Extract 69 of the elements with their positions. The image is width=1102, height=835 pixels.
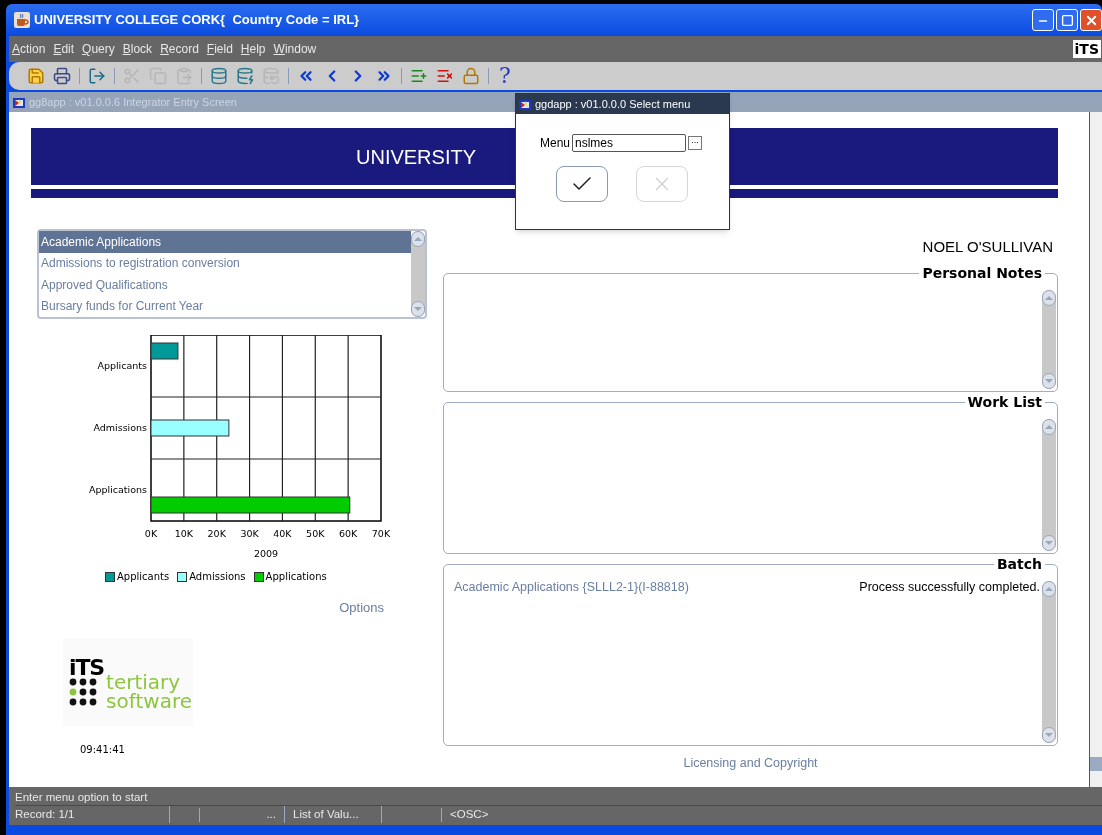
batch-status: Process successfully completed. — [859, 578, 1040, 596]
licensing-link[interactable]: Licensing and Copyright — [683, 753, 818, 773]
legend-label: Applications — [265, 570, 327, 584]
menu-item[interactable]: Field — [206, 40, 233, 58]
logo: iTS — [1072, 40, 1101, 58]
menu-item[interactable]: Query — [82, 40, 115, 58]
logo-text: tertiary — [106, 672, 181, 691]
status-field: ... — [200, 805, 285, 824]
menu-item[interactable]: Help — [240, 40, 266, 58]
field-label: Menu — [540, 135, 571, 152]
maximize-icon — [1060, 13, 1074, 27]
clock-time: 09:41:41 — [80, 742, 126, 757]
status-field: Record: 1/1 — [15, 805, 170, 824]
window-title: UNIVERSITY COLLEGE CORK{ Country Code = IRL} — [34, 11, 360, 30]
delete-row-icon — [436, 67, 454, 85]
category-label: Applicants — [97, 360, 147, 371]
padlock-icon — [462, 67, 480, 85]
category-label: Applications — [88, 484, 147, 495]
legend-label: Admissions — [189, 570, 246, 584]
list-item[interactable]: Academic Applications — [39, 231, 411, 253]
coffee-cup-icon — [14, 12, 30, 28]
legend-label: Applicants — [117, 570, 170, 584]
category-label: Admissions — [93, 422, 147, 433]
axis-tick-label: 0K — [144, 528, 158, 539]
axis-tick-label: 40K — [273, 528, 292, 539]
printer-icon — [53, 67, 71, 85]
user-name: NOEL O'SULLIVAN — [922, 237, 1053, 257]
axis-tick-label: 60K — [339, 528, 358, 539]
app-icon — [518, 97, 532, 111]
exit-door-icon — [88, 67, 106, 85]
axis-tick-label: 50K — [306, 528, 325, 539]
minimize-button[interactable] — [1032, 9, 1054, 31]
database-bolt-icon — [236, 67, 254, 85]
axis-tick-label: 70K — [371, 528, 391, 539]
axis-tick-label: 20K — [207, 528, 226, 539]
dot-grid-icon — [69, 677, 99, 706]
batch-job: Academic Applications {SLLL2-1}(I-88818) — [454, 578, 689, 596]
help-button[interactable]: ? — [493, 64, 517, 88]
menu-input-field[interactable]: nslmes — [572, 134, 687, 152]
menu-item[interactable]: Window — [273, 40, 317, 58]
app-icon — [12, 95, 26, 109]
axis-tick-label: 30K — [240, 528, 259, 539]
add-row-icon — [410, 67, 428, 85]
axis-tick-label: 10K — [174, 528, 193, 539]
logo-mark: iTS — [69, 657, 105, 678]
scrollbar[interactable] — [411, 231, 425, 317]
maximize-button[interactable] — [1056, 9, 1078, 31]
list-item[interactable]: Admissions to registration conversion — [39, 252, 411, 274]
scrollbar[interactable] — [1042, 580, 1056, 743]
status-field: <OSC> — [442, 805, 489, 824]
status-message: Enter menu option to start — [15, 789, 1102, 806]
menu-item[interactable]: Action — [12, 40, 46, 58]
options-link[interactable]: Options — [339, 598, 384, 618]
scrollbar[interactable] — [1042, 289, 1056, 389]
scrollbar[interactable] — [1042, 418, 1056, 551]
list-of-values-button[interactable]: ... — [688, 136, 703, 150]
database-icon — [210, 67, 228, 85]
axis-title: 2009 — [253, 548, 279, 559]
list-item[interactable]: Approved Qualifications — [39, 274, 411, 296]
menu-item[interactable]: Block — [122, 40, 153, 58]
menu-item[interactable]: Edit — [53, 40, 75, 58]
status-field: List of Valu... — [285, 805, 382, 824]
banner-title: UNIVERSITY — [356, 144, 477, 170]
close-button[interactable] — [1080, 9, 1102, 31]
ok-button[interactable] — [556, 166, 608, 202]
scrollbar-thumb[interactable] — [1090, 757, 1102, 771]
list-item[interactable]: Bursary funds for Current Year — [39, 295, 411, 317]
dialog-title: ggdapp : v01.0.0.0 Select menu — [535, 96, 691, 112]
menu-item[interactable]: Record — [160, 40, 199, 58]
